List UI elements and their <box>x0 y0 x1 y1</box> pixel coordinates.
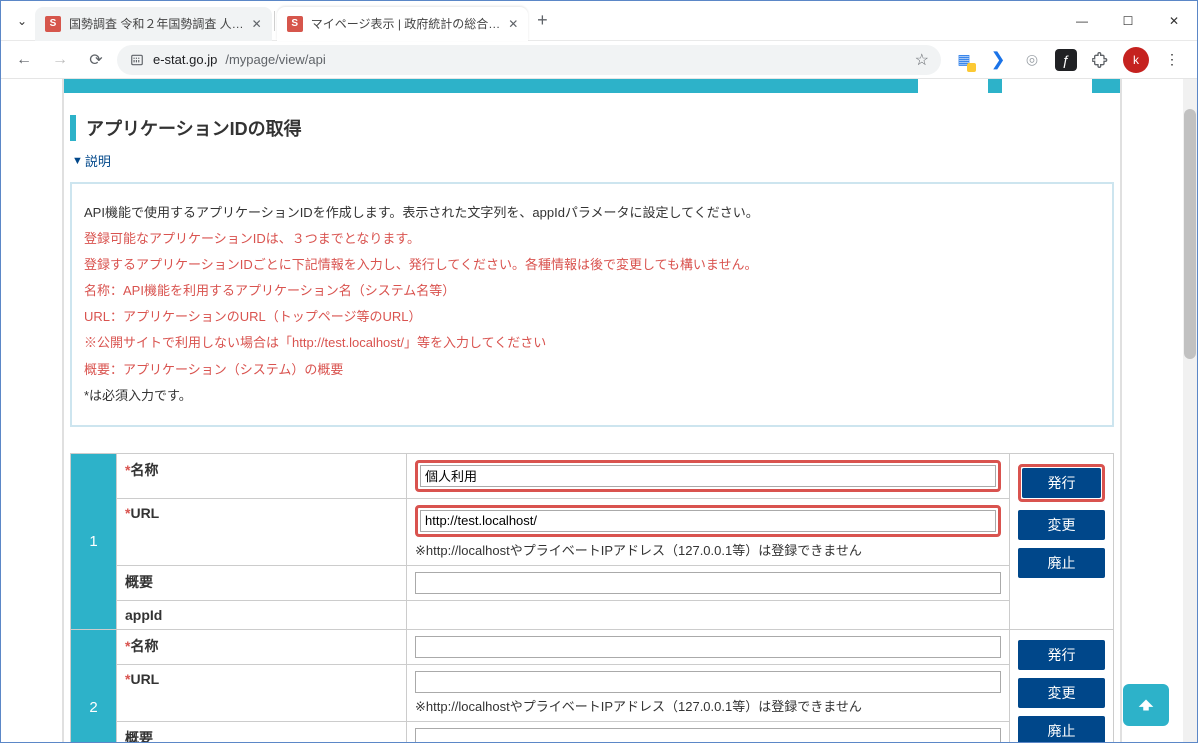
highlight-box <box>415 460 1001 492</box>
explanation-toggle[interactable]: ▼ 説明 <box>72 151 111 170</box>
favicon-icon: S <box>45 16 61 32</box>
field-label-appid: appId <box>117 600 407 629</box>
close-icon[interactable]: ✕ <box>508 17 518 31</box>
field-label-summary: 概要 <box>117 721 407 742</box>
page-container: アプリケーションIDの取得 ▼ 説明 API機能で使用するアプリケーションIDを… <box>62 79 1122 742</box>
stop-button[interactable]: 廃止 <box>1018 716 1105 742</box>
explanation-label: 説明 <box>85 151 111 170</box>
window-frame: ⌄ S 国勢調査 令和２年国勢調査 人… ✕ S マイページ表示 | 政府統計の… <box>0 0 1198 743</box>
browser-tab-active[interactable]: S マイページ表示 | 政府統計の総合… ✕ <box>277 7 529 41</box>
info-line: *は必須入力です。 <box>84 385 1100 407</box>
page-viewport: アプリケーションIDの取得 ▼ 説明 API機能で使用するアプリケーションIDを… <box>1 79 1197 742</box>
change-button[interactable]: 変更 <box>1018 510 1105 540</box>
issue-button[interactable]: 発行 <box>1018 640 1105 670</box>
row-number: 1 <box>71 453 117 629</box>
page-title: アプリケーションIDの取得 <box>70 115 1114 141</box>
close-icon[interactable]: ✕ <box>252 17 262 31</box>
info-line: 名称：API機能を利用するアプリケーション名（システム名等） <box>84 280 1100 302</box>
tab-title: マイページ表示 | 政府統計の総合… <box>311 15 501 32</box>
field-label-name: *名称 <box>117 629 407 664</box>
field-label-name: *名称 <box>117 453 407 498</box>
extension-icon[interactable]: ƒ <box>1055 49 1077 71</box>
url-input-field[interactable] <box>420 510 996 532</box>
stop-button[interactable]: 廃止 <box>1018 548 1105 578</box>
new-tab-button[interactable]: + <box>528 7 556 35</box>
change-button[interactable]: 変更 <box>1018 678 1105 708</box>
info-line: 概要：アプリケーション（システム）の概要 <box>84 359 1100 381</box>
highlight-box: 発行 <box>1018 464 1105 502</box>
info-line: 登録可能なアプリケーションIDは、３つまでとなります。 <box>84 228 1100 250</box>
forward-button[interactable]: → <box>45 45 75 75</box>
url-input[interactable]: e-stat.go.jp/mypage/view/api ☆ <box>117 45 941 75</box>
favicon-icon: S <box>287 16 303 32</box>
page-top-accent <box>64 79 1120 93</box>
issue-button[interactable]: 発行 <box>1022 468 1101 498</box>
tab-strip: ⌄ S 国勢調査 令和２年国勢調査 人… ✕ S マイページ表示 | 政府統計の… <box>1 1 556 40</box>
title-bar: ⌄ S 国勢調査 令和２年国勢調査 人… ✕ S マイページ表示 | 政府統計の… <box>1 1 1197 41</box>
bookmark-icon[interactable]: ☆ <box>915 50 929 70</box>
scroll-thumb[interactable] <box>1184 109 1196 359</box>
site-info-icon[interactable] <box>129 52 145 68</box>
field-label-url: *URL <box>117 498 407 565</box>
app-id-table: 1 *名称 発行 <box>70 453 1114 742</box>
back-button[interactable]: ← <box>9 45 39 75</box>
kebab-menu-icon[interactable]: ⋮ <box>1161 49 1183 71</box>
field-label-url: *URL <box>117 664 407 721</box>
highlight-box <box>415 505 1001 537</box>
summary-input[interactable] <box>415 572 1001 594</box>
profile-avatar[interactable]: k <box>1123 47 1149 73</box>
window-controls: — ☐ ✕ <box>1059 1 1197 40</box>
url-host: e-stat.go.jp <box>153 52 217 67</box>
address-bar: ← → ⟳ e-stat.go.jp/mypage/view/api ☆ ▦ ❯… <box>1 41 1197 79</box>
extension-icon[interactable]: ▦ <box>953 49 975 71</box>
close-button[interactable]: ✕ <box>1151 1 1197 40</box>
extension-icons: ▦ ❯ ◎ ƒ k ⋮ <box>947 47 1189 73</box>
browser-tab[interactable]: S 国勢調査 令和２年国勢調査 人… ✕ <box>35 7 272 41</box>
row-number: 2 <box>71 629 117 742</box>
actions-cell: 発行 変更 廃止 <box>1010 453 1114 629</box>
url-input-field[interactable] <box>415 671 1001 693</box>
extensions-menu-icon[interactable] <box>1089 49 1111 71</box>
info-line: 登録するアプリケーションIDごとに下記情報を入力し、発行してください。各種情報は… <box>84 254 1100 276</box>
triangle-down-icon: ▼ <box>72 155 83 167</box>
vertical-scrollbar[interactable] <box>1183 79 1197 742</box>
tab-list-dropdown-icon[interactable]: ⌄ <box>9 8 35 34</box>
field-label-summary: 概要 <box>117 565 407 600</box>
name-input[interactable] <box>415 636 1001 658</box>
info-box: API機能で使用するアプリケーションIDを作成します。表示された文字列を、app… <box>70 182 1114 427</box>
actions-cell: 発行 変更 廃止 <box>1010 629 1114 742</box>
tab-title: 国勢調査 令和２年国勢調査 人… <box>69 15 244 32</box>
maximize-button[interactable]: ☐ <box>1105 1 1151 40</box>
minimize-button[interactable]: — <box>1059 1 1105 40</box>
tab-separator <box>274 11 275 31</box>
name-input[interactable] <box>420 465 996 487</box>
url-path: /mypage/view/api <box>225 52 325 67</box>
url-note: ※http://localhostやプライベートIPアドレス（127.0.0.1… <box>415 540 1001 559</box>
info-line: API機能で使用するアプリケーションIDを作成します。表示された文字列を、app… <box>84 202 1100 224</box>
url-note: ※http://localhostやプライベートIPアドレス（127.0.0.1… <box>415 696 1001 715</box>
info-line: ※公開サイトで利用しない場合は「http://test.localhost/」等… <box>84 332 1100 354</box>
info-line: URL：アプリケーションのURL（トップページ等のURL） <box>84 306 1100 328</box>
back-to-top-button[interactable] <box>1123 684 1169 726</box>
reload-button[interactable]: ⟳ <box>81 45 111 75</box>
appid-value <box>407 600 1010 629</box>
extension-icon[interactable]: ◎ <box>1021 49 1043 71</box>
extension-icon[interactable]: ❯ <box>987 49 1009 71</box>
summary-input[interactable] <box>415 728 1001 742</box>
